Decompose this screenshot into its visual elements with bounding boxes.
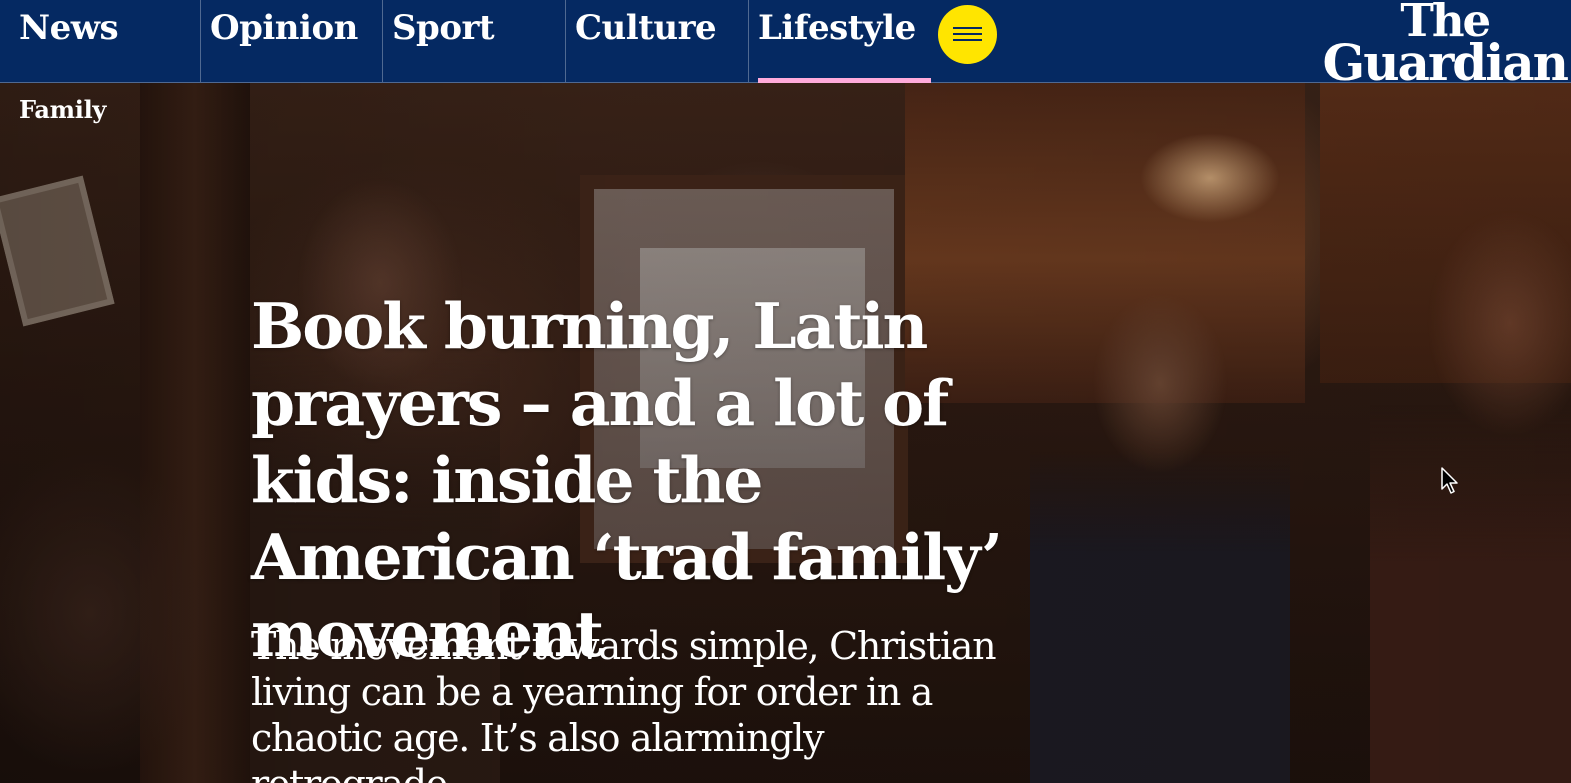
nav-item-label: Lifestyle	[758, 8, 916, 48]
nav-item-culture[interactable]: Culture	[565, 0, 749, 83]
nav-item-label: Sport	[392, 8, 495, 48]
nav-item-news[interactable]: News	[10, 0, 201, 83]
article-headline: Book burning, Latin prayers – and a lot …	[251, 289, 1003, 671]
menu-button[interactable]	[938, 5, 997, 64]
nav-item-label: Culture	[575, 8, 717, 48]
mouse-pointer-icon	[1441, 467, 1458, 494]
guardian-logo[interactable]: The Guardian	[1322, 0, 1569, 92]
nav-item-label: News	[19, 8, 119, 48]
top-navigation: News Opinion Sport Culture Lifestyle The…	[0, 0, 1571, 92]
nav-item-opinion[interactable]: Opinion	[200, 0, 383, 83]
article-standfirst: The movement towards simple, Christian l…	[251, 624, 997, 783]
nav-item-lifestyle[interactable]: Lifestyle	[748, 0, 931, 83]
nav-item-sport[interactable]: Sport	[382, 0, 566, 83]
nav-item-label: Opinion	[210, 8, 358, 48]
section-kicker-link[interactable]: Family	[19, 95, 106, 124]
page: News Opinion Sport Culture Lifestyle The…	[0, 0, 1571, 783]
hero-image: Family Book burning, Latin prayers – and…	[0, 83, 1571, 783]
logo-line-2: Guardian	[1322, 32, 1569, 92]
